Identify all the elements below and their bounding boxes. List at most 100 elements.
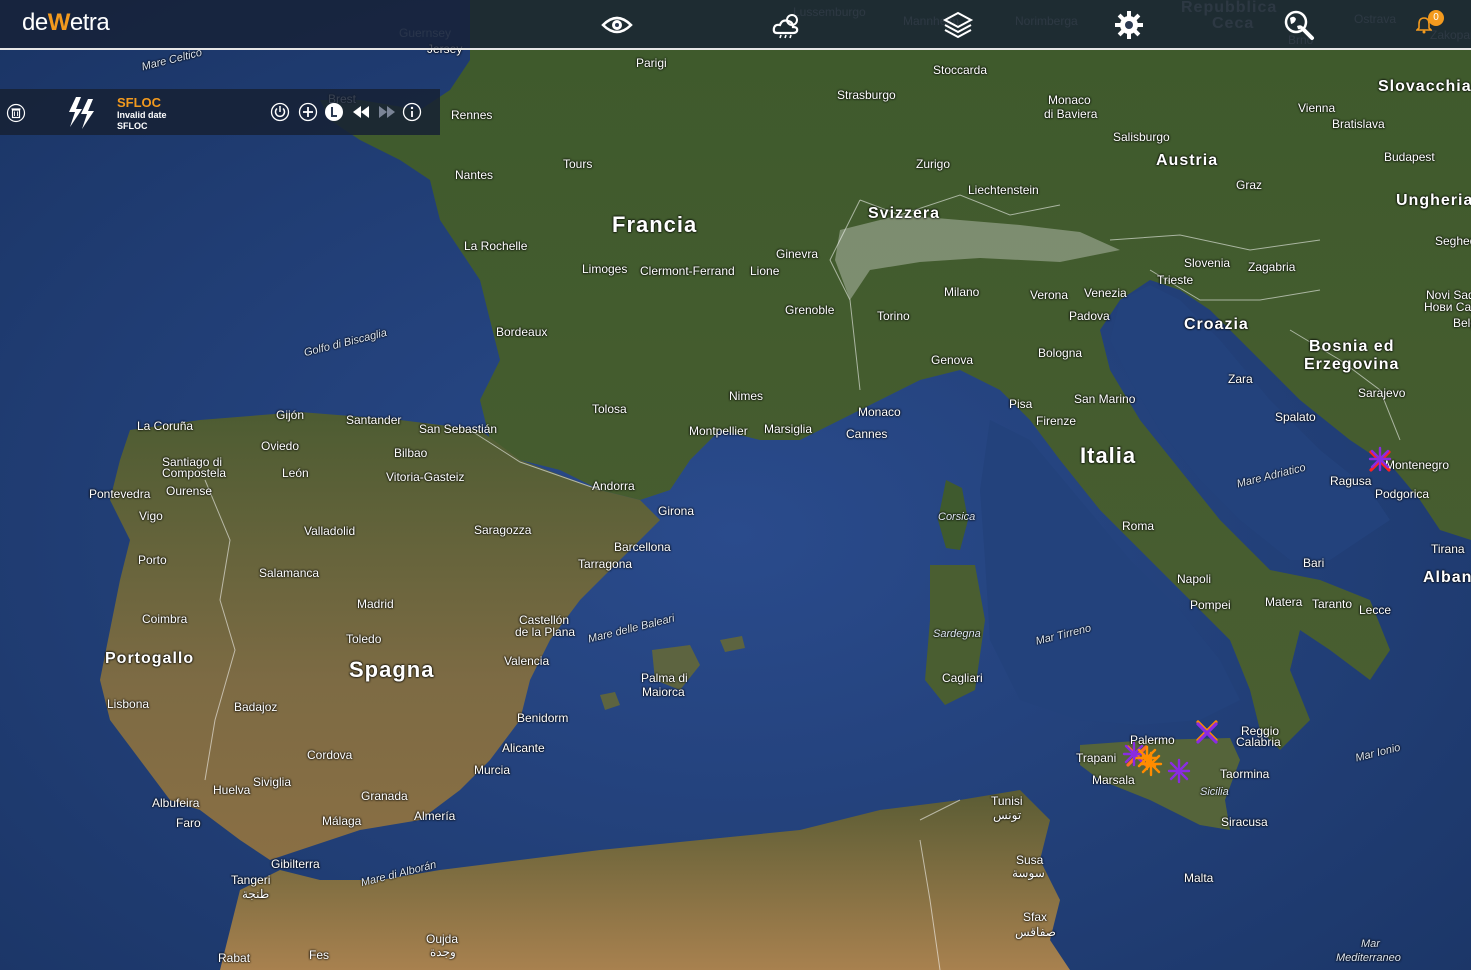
logo-w: W (47, 9, 71, 36)
map-label: Bratislava (1332, 117, 1385, 131)
map-label: Oujda (426, 932, 459, 946)
map-label: Mar (1361, 938, 1380, 950)
map-label: Pontevedra (89, 487, 151, 501)
map-label: Siviglia (253, 775, 292, 789)
map-label: Sicilia (1200, 786, 1229, 798)
map-label: Trieste (1157, 273, 1194, 287)
map-label: Tarragona (578, 557, 633, 571)
map-label: Benidorm (517, 711, 569, 725)
map-label: Valladolid (304, 524, 356, 538)
map-label: Bari (1303, 556, 1325, 570)
map-label: Francia (612, 212, 698, 237)
map-label: Monaco (858, 405, 901, 419)
forward-icon[interactable] (376, 101, 398, 123)
map-label: Lisbona (107, 697, 150, 711)
map-label: سوسة (1012, 866, 1045, 880)
map-label: Venezia (1084, 286, 1127, 300)
map-label: Zara (1228, 372, 1253, 386)
map-label: Nantes (455, 168, 494, 182)
map-label: Croazia (1184, 316, 1249, 333)
map-label: Gibilterra (271, 857, 320, 871)
map-label: Vigo (139, 509, 163, 523)
map-label: Genova (931, 353, 974, 367)
map-label: di Baviera (1044, 107, 1098, 121)
lightning-strike-marker[interactable] (1166, 758, 1192, 784)
map-label: Stoccarda (933, 63, 988, 77)
map-label: Valencia (504, 654, 550, 668)
map-label: طنجة (242, 887, 270, 901)
map-label: Gijón (276, 408, 305, 422)
lightning-icon (64, 95, 100, 131)
notification-badge: 0 (1428, 10, 1444, 26)
map-label: Podgorica (1375, 487, 1430, 501)
map-label: Alicante (502, 741, 545, 755)
map-label: Ourense (166, 484, 213, 498)
map-label: Belgrado (1453, 316, 1471, 330)
logo-suffix: etra (69, 9, 110, 36)
top-toolbar: deWetra 0 (0, 0, 1471, 50)
map-label: Parigi (636, 56, 667, 70)
map-label: Madrid (357, 597, 394, 611)
map-label: Svizzera (868, 205, 941, 222)
map-label: Badajoz (234, 700, 278, 714)
map-label: Compostela (162, 466, 227, 480)
power-icon[interactable] (269, 101, 291, 123)
add-icon[interactable] (297, 101, 319, 123)
rewind-icon[interactable] (350, 101, 372, 123)
map-label: Pompei (1190, 598, 1231, 612)
lightning-strike-marker[interactable] (1367, 446, 1393, 472)
map-label: Santander (346, 413, 402, 427)
info-icon[interactable] (401, 101, 423, 123)
map-label: Porto (138, 553, 167, 567)
map-label: Coimbra (142, 612, 188, 626)
map-label: Taranto (1312, 597, 1353, 611)
layers-icon[interactable] (941, 8, 975, 42)
map-label: Sarajevo (1358, 386, 1406, 400)
lightning-strike-marker[interactable] (1134, 745, 1160, 771)
map-label: Vienna (1298, 101, 1336, 115)
eye-icon[interactable] (600, 8, 634, 42)
map-label: Huelva (213, 783, 251, 797)
map-label: Slovacchia (1378, 78, 1471, 95)
gear-icon[interactable] (1112, 8, 1146, 42)
map-label: Salisburgo (1113, 130, 1170, 144)
notifications-bell[interactable]: 0 (1416, 10, 1446, 36)
map-label: Marsala (1092, 773, 1135, 787)
map-label: Pisa (1009, 397, 1033, 411)
map-label: Firenze (1036, 414, 1077, 428)
map-label: Montenegro (1385, 458, 1450, 472)
map-label: Rennes (451, 108, 493, 122)
map-label: Spagna (349, 657, 435, 682)
map-label: Málaga (322, 814, 362, 828)
trash-icon[interactable] (6, 103, 26, 123)
app-logo[interactable]: deWetra (22, 9, 110, 37)
map-label: Budapest (1384, 150, 1435, 164)
map-label: Ragusa (1330, 474, 1372, 488)
map-label: Cannes (846, 427, 888, 441)
map-label: صفاقس (1015, 925, 1056, 939)
map-label: Murcia (474, 763, 511, 777)
map-label: Vitoria-Gasteiz (386, 470, 465, 484)
map-label: Clermont-Ferrand (640, 264, 735, 278)
map-label: Ginevra (776, 247, 819, 261)
map-label: Padova (1069, 309, 1110, 323)
map-label: Lecce (1359, 603, 1392, 617)
lightning-strike-marker[interactable] (1194, 720, 1220, 746)
map-label: Palma di (641, 671, 688, 685)
map-label: Mediterraneo (1336, 952, 1401, 964)
map-label: León (282, 466, 309, 480)
info-l-icon[interactable] (323, 101, 345, 123)
map-label: Limoges (582, 262, 628, 276)
map-label: Grenoble (785, 303, 835, 317)
map-label: Zurigo (916, 157, 951, 171)
weather-cloud-icon[interactable] (770, 8, 804, 42)
map-label: Calabria (1236, 735, 1281, 749)
map-label: Tours (563, 157, 593, 171)
map-label: Barcellona (614, 540, 671, 554)
map-label: Girona (658, 504, 695, 518)
map-label: Tunisi (991, 794, 1023, 808)
globe-search-icon[interactable] (1282, 8, 1316, 42)
map-label: Napoli (1177, 572, 1212, 586)
map-label: Bosnia ed (1309, 338, 1395, 355)
map-label: Zagabria (1248, 260, 1296, 274)
